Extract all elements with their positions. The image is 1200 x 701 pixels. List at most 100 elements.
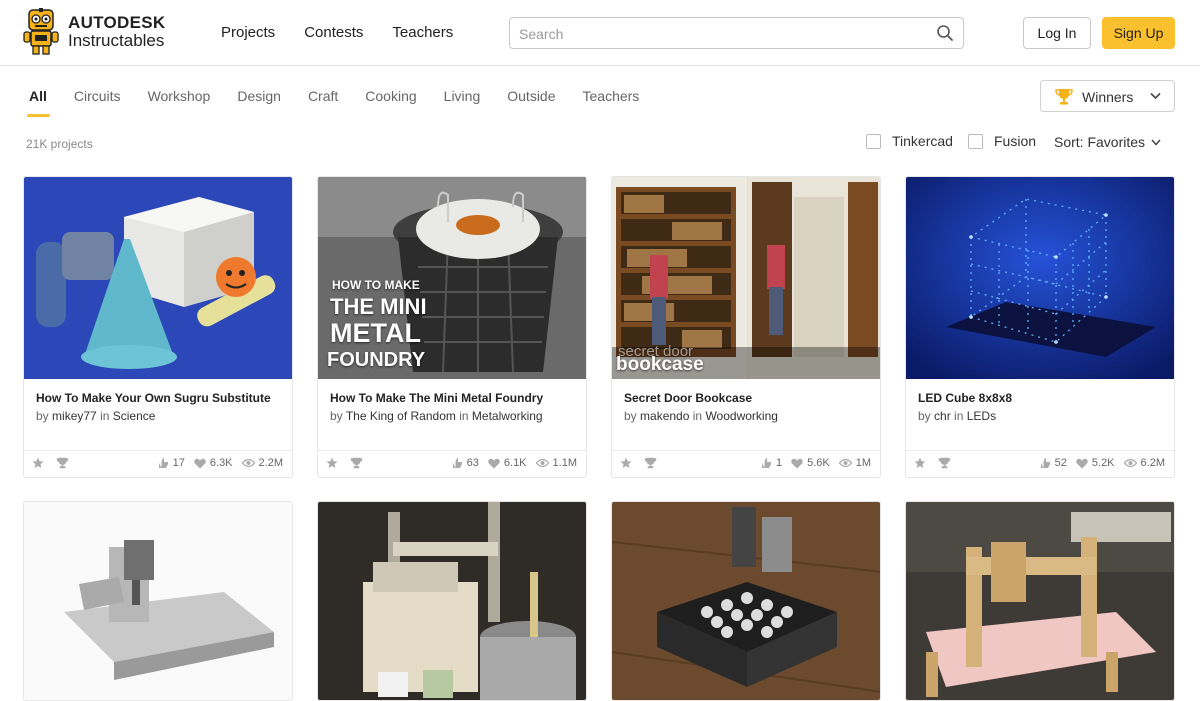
favorites-count: 52 xyxy=(1054,457,1067,469)
star-icon[interactable] xyxy=(914,457,926,469)
robot-logo-icon xyxy=(23,8,59,55)
project-card[interactable] xyxy=(23,501,293,701)
project-card[interactable]: LED Cube 8x8x8 by chr in LEDs 52 5.2K 6.… xyxy=(905,176,1175,478)
project-card[interactable] xyxy=(905,501,1175,701)
project-card[interactable]: HOW TO MAKE THE MINI METAL FOUNDRY How T… xyxy=(317,176,587,478)
favorites-count: 63 xyxy=(466,457,479,469)
star-icon[interactable] xyxy=(620,457,632,469)
project-title[interactable]: Secret Door Bookcase xyxy=(624,391,868,405)
author-link[interactable]: mikey77 xyxy=(52,409,97,423)
tab-design[interactable]: Design xyxy=(237,88,281,117)
in-text: in xyxy=(100,409,110,423)
overlay-line-3: METAL xyxy=(330,318,421,348)
fusion-checkbox[interactable] xyxy=(968,133,983,149)
search-box xyxy=(509,17,964,49)
tab-workshop[interactable]: Workshop xyxy=(148,88,211,117)
views-count: 2.2M xyxy=(258,457,283,469)
plant-machine-image xyxy=(318,502,586,700)
instructables-logo[interactable]: AUTODESK Instructables xyxy=(22,8,166,56)
nav-projects-link[interactable]: Projects xyxy=(221,24,275,41)
winners-label: Winners xyxy=(1082,89,1134,105)
trophy-icon[interactable] xyxy=(644,457,657,469)
top-header: AUTODESK Instructables Projects Contests… xyxy=(0,0,1200,66)
login-button[interactable]: Log In xyxy=(1023,17,1091,49)
category-link[interactable]: Woodworking xyxy=(705,409,777,423)
tab-cooking[interactable]: Cooking xyxy=(365,88,416,117)
project-thumbnail[interactable] xyxy=(24,177,292,379)
project-card[interactable]: How To Make Your Own Sugru Substitute by… xyxy=(23,176,293,478)
project-stats: 1 5.6K 1M xyxy=(612,451,880,477)
eye-icon xyxy=(241,458,255,468)
project-thumbnail[interactable] xyxy=(612,502,880,700)
star-icon[interactable] xyxy=(326,457,338,469)
search-icon[interactable] xyxy=(936,24,954,42)
project-thumbnail[interactable] xyxy=(906,502,1174,700)
tab-all[interactable]: All xyxy=(27,88,50,117)
category-link[interactable]: LEDs xyxy=(967,409,996,423)
by-text: by xyxy=(624,409,637,423)
favorite-hand-icon xyxy=(1040,457,1050,468)
overlay-line-4: FOUNDRY xyxy=(327,349,426,371)
project-title[interactable]: How To Make Your Own Sugru Substitute xyxy=(36,391,280,405)
tab-craft[interactable]: Craft xyxy=(308,88,338,117)
trophy-icon xyxy=(1055,89,1073,105)
trophy-icon[interactable] xyxy=(56,457,69,469)
winners-dropdown[interactable]: Winners xyxy=(1040,80,1175,112)
project-title[interactable]: How To Make The Mini Metal Foundry xyxy=(330,391,574,405)
tab-circuits[interactable]: Circuits xyxy=(74,88,121,117)
eye-icon xyxy=(535,458,549,468)
tab-living[interactable]: Living xyxy=(444,88,481,117)
project-byline: by mikey77 in Science xyxy=(36,409,280,423)
project-thumbnail[interactable]: secret door bookcase xyxy=(612,177,880,379)
project-stats: 17 6.3K 2.2M xyxy=(24,451,292,477)
project-byline: by makendo in Woodworking xyxy=(624,409,868,423)
filter-tinkercad[interactable]: Tinkercad xyxy=(866,133,953,149)
likes-count: 6.3K xyxy=(209,457,233,469)
views-count: 6.2M xyxy=(1140,457,1165,469)
category-link[interactable]: Science xyxy=(113,409,156,423)
project-card[interactable] xyxy=(611,501,881,701)
nav-contests-link[interactable]: Contests xyxy=(304,24,363,41)
star-icon[interactable] xyxy=(32,457,44,469)
author-link[interactable]: The King of Random xyxy=(346,409,456,423)
filter-fusion[interactable]: Fusion xyxy=(968,133,1036,149)
project-thumbnail[interactable] xyxy=(906,177,1174,379)
favorite-hand-icon xyxy=(452,457,462,468)
sort-label: Sort: Favorites xyxy=(1054,134,1146,150)
nav-teachers-link[interactable]: Teachers xyxy=(392,24,453,41)
trophy-icon[interactable] xyxy=(938,457,951,469)
cnc-mill-image xyxy=(24,502,292,700)
views-count: 1M xyxy=(855,457,871,469)
project-thumbnail[interactable] xyxy=(24,502,292,700)
by-text: by xyxy=(330,409,343,423)
eye-icon xyxy=(1123,458,1137,468)
likes-count: 5.6K xyxy=(807,457,830,469)
project-thumbnail[interactable] xyxy=(318,502,586,700)
author-link[interactable]: chr xyxy=(934,409,951,423)
in-text: in xyxy=(692,409,703,423)
category-link[interactable]: Metalworking xyxy=(472,409,543,423)
logo-instructables-text: Instructables xyxy=(68,31,165,50)
eye-icon xyxy=(838,458,852,468)
likes-count: 6.1K xyxy=(503,457,527,469)
signup-button[interactable]: Sign Up xyxy=(1102,17,1175,49)
project-stats: 63 6.1K 1.1M xyxy=(318,451,586,477)
tinkercad-checkbox[interactable] xyxy=(866,133,881,149)
project-thumbnail[interactable]: HOW TO MAKE THE MINI METAL FOUNDRY xyxy=(318,177,586,379)
chevron-down-icon xyxy=(1150,92,1161,100)
sugru-objects-image xyxy=(24,177,292,379)
tab-teachers[interactable]: Teachers xyxy=(583,88,640,117)
author-link[interactable]: makendo xyxy=(640,409,689,423)
main-nav: Projects Contests Teachers xyxy=(221,24,482,41)
tab-outside[interactable]: Outside xyxy=(507,88,555,117)
favorites-count: 17 xyxy=(172,457,185,469)
favorites-count: 1 xyxy=(775,457,783,469)
project-byline: by chr in LEDs xyxy=(918,409,1162,423)
search-input[interactable] xyxy=(519,24,919,44)
logo-autodesk-text: AUTODESK xyxy=(68,13,166,32)
project-card[interactable] xyxy=(317,501,587,701)
project-title[interactable]: LED Cube 8x8x8 xyxy=(918,391,1162,405)
sort-dropdown[interactable]: Sort: Favorites xyxy=(1054,134,1161,150)
trophy-icon[interactable] xyxy=(350,457,363,469)
project-card[interactable]: secret door bookcase Secret Door Bookcas… xyxy=(611,176,881,478)
